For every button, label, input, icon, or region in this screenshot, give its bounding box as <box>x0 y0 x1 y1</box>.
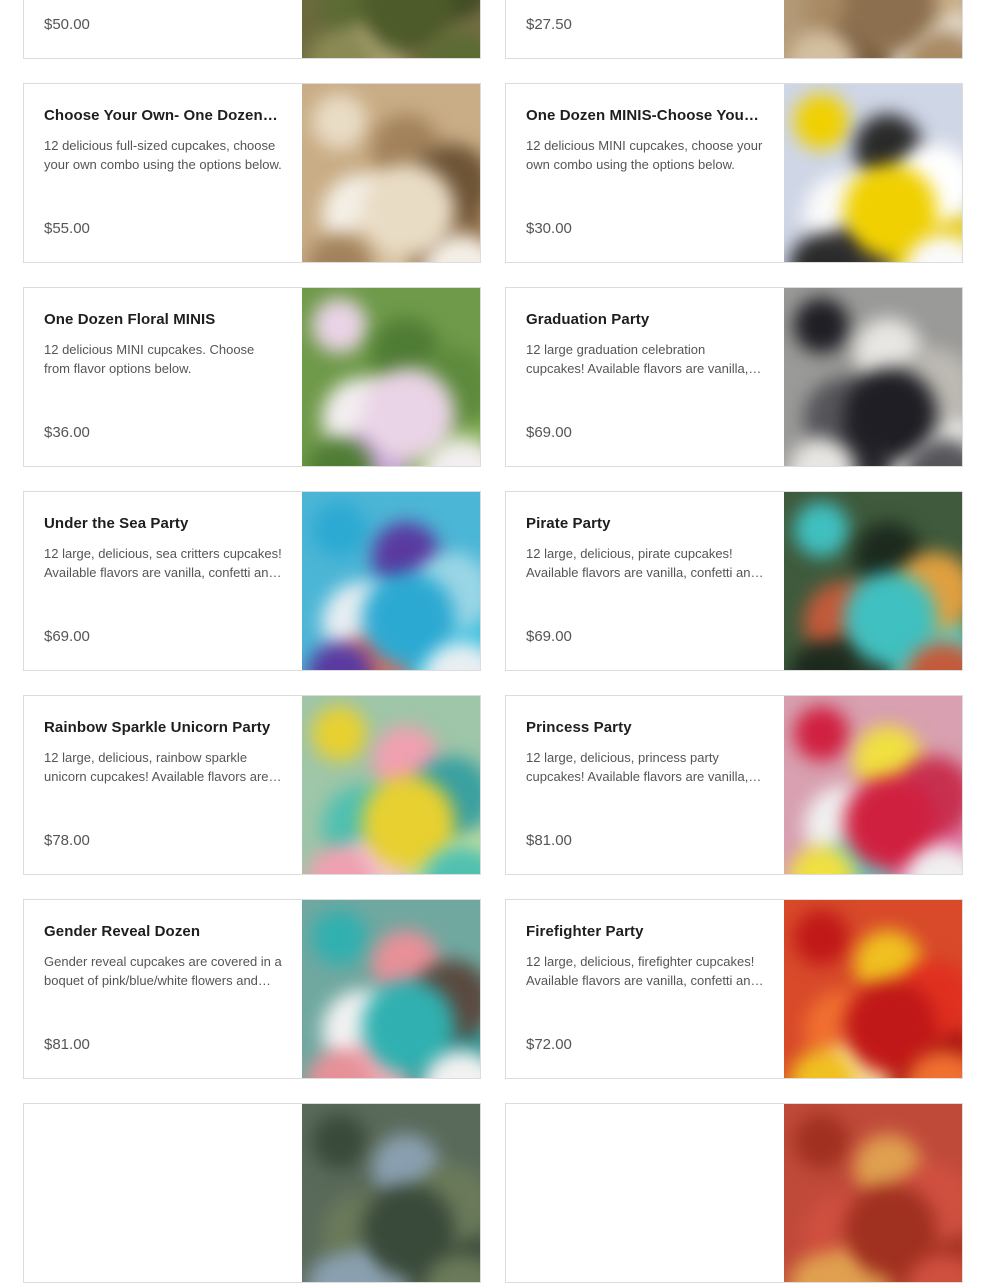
graduation-cupcakes-photo[interactable] <box>784 288 962 466</box>
product-price: $27.50 <box>526 16 572 33</box>
product-price: $55.00 <box>44 220 90 237</box>
pirate-cupcakes-photo[interactable] <box>784 492 962 670</box>
photo-blur-spot <box>312 706 367 761</box>
product-description: 12 large graduation celebration cupcakes… <box>526 342 749 376</box>
product-title[interactable]: Princess Party <box>526 719 762 736</box>
photo-blur-spot <box>794 706 849 761</box>
product-description: 12 delicious MINI cupcakes, choose your … <box>526 138 763 172</box>
product-card[interactable]: Princess Party 12 large, delicious, princ… <box>505 695 963 875</box>
product-description: 12 large, delicious, princess party cupc… <box>526 750 749 784</box>
product-description: 12 delicious full-sized cupcakes, choose… <box>44 138 282 172</box>
mini-cupcakes-photo[interactable] <box>784 84 962 262</box>
product-title[interactable]: Gender Reveal Dozen <box>44 923 280 940</box>
photo-blur-spot <box>794 1114 849 1169</box>
partial-product-image[interactable] <box>784 1104 962 1282</box>
photo-blur-spot <box>312 298 367 353</box>
product-card[interactable] <box>505 1103 963 1283</box>
gender-reveal-cupcakes-photo[interactable] <box>302 900 480 1078</box>
product-description: 12 large, delicious, firefighter cupcake… <box>526 954 758 988</box>
photo-blur-spot <box>312 910 367 965</box>
product-price: $50.00 <box>44 16 90 33</box>
partial-product-image[interactable] <box>302 1104 480 1282</box>
product-card[interactable]: Choose Your Own- One Dozen Cupcakes 12 de… <box>23 83 481 263</box>
product-card[interactable]: Under the Sea Party 12 large, delicious, … <box>23 491 481 671</box>
product-price: $81.00 <box>526 832 572 849</box>
product-card[interactable]: One Dozen MINIS-Choose Your Own 12 delici… <box>505 83 963 263</box>
product-description: 12 large, delicious, pirate cupcakes! Av… <box>526 546 758 580</box>
unicorn-cupcakes-photo[interactable] <box>302 696 480 874</box>
product-title[interactable]: Pirate Party <box>526 515 762 532</box>
product-card[interactable]: Graduation Party 12 large graduation cele… <box>505 287 963 467</box>
product-description: 12 delicious MINI cupcakes. Choose from … <box>44 342 255 376</box>
product-card[interactable] <box>23 1103 481 1283</box>
floral-minis-photo[interactable] <box>302 288 480 466</box>
photo-blur-spot <box>312 94 367 149</box>
product-price: $78.00 <box>44 832 90 849</box>
product-title[interactable]: Under the Sea Party <box>44 515 280 532</box>
product-title[interactable]: Rainbow Sparkle Unicorn Party <box>44 719 280 736</box>
product-price: $30.00 <box>526 220 572 237</box>
princess-cupcakes-photo[interactable] <box>784 696 962 874</box>
product-price: $72.00 <box>526 1036 572 1053</box>
product-description: 12 large, delicious, rainbow sparkle uni… <box>44 750 269 784</box>
sea-cupcakes-photo[interactable] <box>302 492 480 670</box>
photo-blur-spot <box>794 502 849 557</box>
product-price: $69.00 <box>526 628 572 645</box>
product-title[interactable]: One Dozen Floral MINIS <box>44 311 280 328</box>
photo-blur-spot <box>794 94 849 149</box>
product-price: $81.00 <box>44 1036 90 1053</box>
product-title[interactable]: One Dozen MINIS-Choose Your Own <box>526 107 762 124</box>
product-card[interactable]: $27.50 <box>505 0 963 59</box>
product-price: $36.00 <box>44 424 90 441</box>
product-card[interactable]: Firefighter Party 12 large, delicious, fi… <box>505 899 963 1079</box>
product-card[interactable]: One Dozen Floral MINIS 12 delicious MINI … <box>23 287 481 467</box>
product-title[interactable]: Firefighter Party <box>526 923 762 940</box>
product-card[interactable]: Gender Reveal Dozen Gender reveal cupcake… <box>23 899 481 1079</box>
partial-product-image[interactable] <box>784 0 962 58</box>
firefighter-cupcakes-photo[interactable] <box>784 900 962 1078</box>
product-price: $69.00 <box>526 424 572 441</box>
product-card[interactable]: Pirate Party 12 large, delicious, pirate … <box>505 491 963 671</box>
product-card[interactable]: $50.00 <box>23 0 481 59</box>
product-price: $69.00 <box>44 628 90 645</box>
product-title[interactable]: Choose Your Own- One Dozen Cupcakes <box>44 107 280 124</box>
cupcake-photo[interactable] <box>302 84 480 262</box>
product-description: 12 large, delicious, sea critters cupcak… <box>44 546 282 580</box>
partial-product-image[interactable] <box>302 0 480 58</box>
photo-blur-spot <box>312 502 367 557</box>
product-card[interactable]: Rainbow Sparkle Unicorn Party 12 large, d… <box>23 695 481 875</box>
photo-blur-spot <box>312 1114 367 1169</box>
product-description: Gender reveal cupcakes are covered in a … <box>44 954 282 988</box>
product-title[interactable]: Graduation Party <box>526 311 762 328</box>
photo-blur-spot <box>794 910 849 965</box>
photo-blur-spot <box>794 298 849 353</box>
